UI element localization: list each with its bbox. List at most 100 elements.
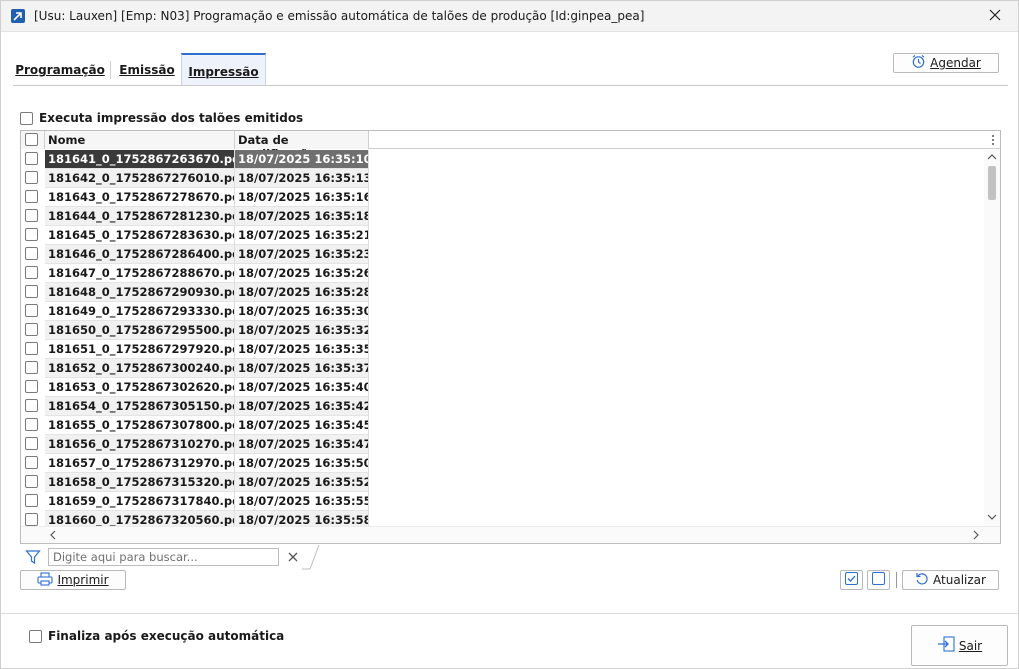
exit-button[interactable]: Sair <box>911 625 1008 666</box>
check-all-icon <box>845 572 858 588</box>
table-row[interactable]: 181658_0_1752867315320.pdf 18/07/2025 16:… <box>21 473 369 492</box>
table-row[interactable]: 181641_0_1752867263670.pdf 18/07/2025 16:… <box>21 150 369 169</box>
cell-name: 181644_0_1752867281230.pdf <box>45 207 235 226</box>
row-checkbox[interactable] <box>25 323 38 336</box>
table-row[interactable]: 181647_0_1752867288670.pdf 18/07/2025 16:… <box>21 264 369 283</box>
scrollbar-thumb[interactable] <box>988 166 996 200</box>
tab-underline <box>13 85 1008 86</box>
row-checkbox[interactable] <box>25 190 38 203</box>
row-checkbox[interactable] <box>25 361 38 374</box>
table-row[interactable]: 181648_0_1752867290930.pdf 18/07/2025 16:… <box>21 283 369 302</box>
app-arrow-icon <box>11 9 25 23</box>
cell-date: 18/07/2025 16:35:26 <box>235 264 369 283</box>
cell-name: 181657_0_1752867312970.pdf <box>45 454 235 473</box>
column-options-icon[interactable] <box>991 133 995 150</box>
print-option-checkbox[interactable] <box>20 111 33 125</box>
search-input[interactable] <box>48 548 279 566</box>
cell-date: 18/07/2025 16:35:52 <box>235 473 369 492</box>
table-row[interactable]: 181656_0_1752867310270.pdf 18/07/2025 16:… <box>21 435 369 454</box>
horizontal-scrollbar[interactable] <box>21 526 1000 543</box>
clear-x-icon[interactable] <box>288 551 298 565</box>
cell-date: 18/07/2025 16:35:23 <box>235 245 369 264</box>
filter-icon[interactable] <box>25 549 41 568</box>
print-option-label: Executa impressão dos talões emitidos <box>39 111 304 125</box>
cell-name: 181646_0_1752867286400.pdf <box>45 245 235 264</box>
row-checkbox[interactable] <box>25 285 38 298</box>
main-window: [Usu: Lauxen] [Emp: N03] Programação e e… <box>0 0 1019 669</box>
cell-date: 18/07/2025 16:35:16 <box>235 188 369 207</box>
cell-date: 18/07/2025 16:35:13 <box>235 169 369 188</box>
row-checkbox[interactable] <box>25 456 38 469</box>
row-checkbox[interactable] <box>25 247 38 260</box>
cell-name: 181652_0_1752867300240.pdf <box>45 359 235 378</box>
table-row[interactable]: 181643_0_1752867278670.pdf 18/07/2025 16:… <box>21 188 369 207</box>
cell-date: 18/07/2025 16:35:55 <box>235 492 369 511</box>
print-option-row[interactable]: Executa impressão dos talões emitidos <box>20 111 303 125</box>
select-all-checkbox[interactable] <box>25 133 38 146</box>
cell-name: 181658_0_1752867315320.pdf <box>45 473 235 492</box>
search-bar <box>20 544 320 570</box>
row-checkbox[interactable] <box>25 304 38 317</box>
close-icon <box>989 9 1001 24</box>
cell-name: 181642_0_1752867276010.pdf <box>45 169 235 188</box>
table-row[interactable]: 181644_0_1752867281230.pdf 18/07/2025 16:… <box>21 207 369 226</box>
table-row[interactable]: 181646_0_1752867286400.pdf 18/07/2025 16:… <box>21 245 369 264</box>
tab-label: Impressão <box>188 65 259 79</box>
row-checkbox[interactable] <box>25 228 38 241</box>
scroll-left-icon[interactable] <box>49 530 57 543</box>
cell-name: 181659_0_1752867317840.pdf <box>45 492 235 511</box>
row-checkbox[interactable] <box>25 475 38 488</box>
cell-date: 18/07/2025 16:35:37 <box>235 359 369 378</box>
row-checkbox[interactable] <box>25 342 38 355</box>
table-row[interactable]: 181649_0_1752867293330.pdf 18/07/2025 16:… <box>21 302 369 321</box>
tab-emissao[interactable]: Emissão <box>114 53 180 86</box>
close-button[interactable] <box>972 1 1018 32</box>
column-header-date[interactable]: Data de modificação <box>235 131 369 161</box>
check-all-button[interactable] <box>840 570 863 590</box>
schedule-button[interactable]: Agendar <box>893 53 999 73</box>
footer-divider <box>1 613 1018 614</box>
row-checkbox[interactable] <box>25 171 38 184</box>
finalize-option-checkbox[interactable] <box>29 629 42 643</box>
scroll-up-icon[interactable] <box>987 153 997 164</box>
table-row[interactable]: 181655_0_1752867307800.pdf 18/07/2025 16:… <box>21 416 369 435</box>
cell-date: 18/07/2025 16:35:32 <box>235 321 369 340</box>
table-row[interactable]: 181642_0_1752867276010.pdf 18/07/2025 16:… <box>21 169 369 188</box>
row-checkbox[interactable] <box>25 380 38 393</box>
cell-name: 181653_0_1752867302620.pdf <box>45 378 235 397</box>
table-row[interactable]: 181651_0_1752867297920.pdf 18/07/2025 16:… <box>21 340 369 359</box>
table-row[interactable]: 181659_0_1752867317840.pdf 18/07/2025 16:… <box>21 492 369 511</box>
uncheck-all-button[interactable] <box>867 570 890 590</box>
cell-date: 18/07/2025 16:35:30 <box>235 302 369 321</box>
row-checkbox[interactable] <box>25 152 38 165</box>
exit-label: Sair <box>958 638 983 653</box>
title-bar: [Usu: Lauxen] [Emp: N03] Programação e e… <box>1 1 1018 32</box>
row-checkbox[interactable] <box>25 418 38 431</box>
tab-divider <box>110 61 111 79</box>
finalize-option-row[interactable]: Finaliza após execução automática <box>29 629 284 643</box>
table-row[interactable]: 181650_0_1752867295500.pdf 18/07/2025 16:… <box>21 321 369 340</box>
row-checkbox[interactable] <box>25 513 38 526</box>
table-row[interactable]: 181657_0_1752867312970.pdf 18/07/2025 16:… <box>21 454 369 473</box>
tab-programacao[interactable]: Programação <box>13 53 107 86</box>
row-checkbox[interactable] <box>25 209 38 222</box>
scroll-right-icon[interactable] <box>972 530 980 543</box>
table-row[interactable]: 181653_0_1752867302620.pdf 18/07/2025 16:… <box>21 378 369 397</box>
table-row[interactable]: 181654_0_1752867305150.pdf 18/07/2025 16:… <box>21 397 369 416</box>
table-row[interactable]: 181645_0_1752867283630.pdf 18/07/2025 16:… <box>21 226 369 245</box>
refresh-button[interactable]: Atualizar <box>902 570 999 590</box>
cell-date: 18/07/2025 16:35:50 <box>235 454 369 473</box>
window-title: [Usu: Lauxen] [Emp: N03] Programação e e… <box>34 9 645 23</box>
row-checkbox[interactable] <box>25 399 38 412</box>
scroll-down-icon[interactable] <box>987 513 997 524</box>
tab-impressao[interactable]: Impressão <box>181 53 266 86</box>
table-row[interactable]: 181652_0_1752867300240.pdf 18/07/2025 16:… <box>21 359 369 378</box>
row-checkbox[interactable] <box>25 437 38 450</box>
print-button[interactable]: Imprimir <box>20 570 126 590</box>
row-checkbox[interactable] <box>25 266 38 279</box>
row-checkbox[interactable] <box>25 494 38 507</box>
vertical-scrollbar[interactable] <box>984 150 1000 527</box>
toolbar-divider <box>896 572 897 588</box>
column-header-name[interactable]: Nome <box>45 131 235 149</box>
cell-name: 181641_0_1752867263670.pdf <box>45 150 235 169</box>
